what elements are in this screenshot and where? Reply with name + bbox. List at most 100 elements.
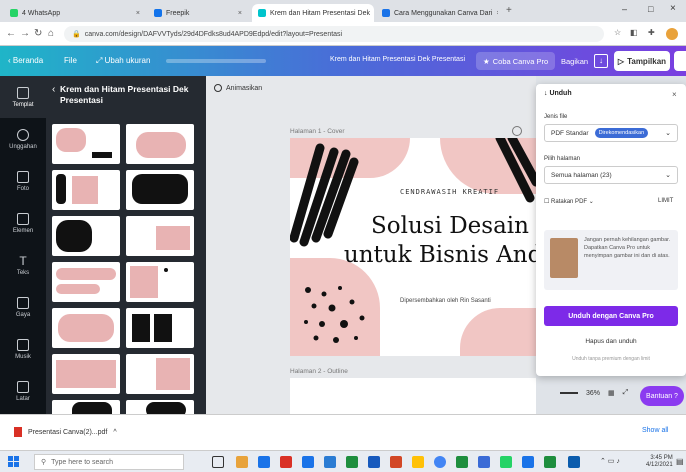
rail-item-latar[interactable]: Latar	[0, 370, 46, 412]
template-thumbnail[interactable]	[126, 354, 194, 394]
file-explorer-icon[interactable]	[236, 456, 248, 468]
file-menu[interactable]: File	[64, 56, 77, 65]
rail-item-unggahan[interactable]: Unggahan	[0, 118, 46, 160]
rail-item-templat[interactable]: Templat	[0, 76, 46, 118]
close-window-button[interactable]: ×	[670, 3, 676, 14]
share-button[interactable]: Bagikan	[554, 52, 595, 70]
tab-whatsapp[interactable]: 4 WhatsApp ×	[4, 4, 146, 22]
excel-icon[interactable]	[456, 456, 468, 468]
remove-and-download-button[interactable]: Hapus dan unduh	[544, 332, 678, 350]
powerpoint-icon[interactable]	[390, 456, 402, 468]
new-tab-button[interactable]: +	[506, 5, 512, 16]
app-icon[interactable]	[568, 456, 580, 468]
minimize-button[interactable]: –	[622, 4, 627, 14]
template-thumbnail[interactable]	[52, 354, 120, 394]
back-icon[interactable]: ←	[6, 28, 16, 39]
rail-item-musik[interactable]: Musik	[0, 328, 46, 370]
clock[interactable]: 3:45 PM 4/12/2021	[646, 455, 673, 469]
chrome-icon[interactable]	[434, 456, 446, 468]
template-thumbnail[interactable]	[126, 170, 194, 210]
whatsapp-icon	[10, 9, 18, 17]
fullscreen-icon[interactable]: ⤢	[623, 389, 629, 397]
chevron-down-icon: ⌄	[665, 172, 671, 179]
close-icon[interactable]: ×	[132, 10, 140, 17]
address-bar[interactable]: 🔒 canva.com/design/DAFVVTyds/29d4DFdks8u…	[64, 26, 604, 42]
windows-start-icon[interactable]	[8, 456, 20, 468]
app-icon[interactable]	[346, 456, 358, 468]
rail-item-teks[interactable]: T Teks	[0, 244, 46, 286]
home-icon[interactable]: ⌂	[48, 28, 54, 39]
slide-byline[interactable]: Dipersembahkan oleh Rin Sasanti	[400, 298, 491, 304]
template-thumbnail[interactable]	[52, 262, 120, 302]
close-icon[interactable]: ×	[234, 10, 242, 17]
rail-item-gaya[interactable]: Gaya	[0, 286, 46, 328]
downloaded-file[interactable]: Presentasi Canva(2)...pdf ^	[14, 427, 117, 437]
template-thumbnail[interactable]	[126, 400, 194, 414]
template-thumbnail[interactable]	[126, 262, 194, 302]
puzzle-icon[interactable]: ✚	[648, 28, 655, 37]
template-thumbnail[interactable]	[126, 124, 194, 164]
extensions-icon[interactable]: ◧	[630, 28, 638, 37]
office-icon[interactable]	[280, 456, 292, 468]
edge-icon[interactable]	[258, 456, 270, 468]
app-icon[interactable]	[522, 456, 534, 468]
try-pro-button[interactable]: ★ Coba Canva Pro	[476, 52, 556, 70]
close-icon[interactable]: ×	[492, 10, 498, 17]
slide-canvas[interactable]: CENDRAWASIH KREATIF Solusi Desain untuk …	[290, 138, 536, 356]
help-button[interactable]: Bantuan ?	[640, 386, 684, 406]
whatsapp-icon[interactable]	[500, 456, 512, 468]
slide-canvas[interactable]	[290, 378, 536, 414]
canva-icon	[258, 9, 266, 17]
rail-item-elemen[interactable]: Elemen	[0, 202, 46, 244]
task-view-icon[interactable]	[212, 456, 224, 468]
home-button[interactable]: ‹ Beranda	[8, 56, 43, 65]
reload-icon[interactable]: ↻	[34, 28, 42, 39]
file-type-select[interactable]: PDF Standar Direkomendasikan ⌄	[544, 124, 678, 142]
template-thumbnail[interactable]	[126, 216, 194, 256]
template-thumbnail[interactable]	[52, 400, 120, 414]
animate-button[interactable]: Animasikan	[214, 84, 262, 92]
template-thumbnail[interactable]	[52, 308, 120, 348]
tab-cara-canva[interactable]: Cara Menggunakan Canva Dari ×	[376, 4, 498, 22]
chevron-up-icon[interactable]: ^	[113, 429, 116, 436]
page-options-icon[interactable]	[512, 126, 522, 136]
flatten-option[interactable]: ☐ Ratakan PDF ⌄	[544, 198, 594, 205]
resize-button[interactable]: ⤢ Ubah ukuran	[96, 56, 150, 66]
rail-item-foto[interactable]: Foto	[0, 160, 46, 202]
template-thumbnail[interactable]	[52, 170, 120, 210]
tab-freepik[interactable]: Freepik ×	[148, 4, 248, 22]
zoom-icon[interactable]	[478, 456, 490, 468]
template-thumbnail[interactable]	[126, 308, 194, 348]
zoom-value[interactable]: 36%	[586, 390, 600, 397]
download-icon[interactable]: ↓	[594, 54, 608, 68]
document-title[interactable]: Krem dan Hitam Presentasi Dek Presentasi	[330, 56, 465, 63]
notifications-icon[interactable]: ▤	[676, 457, 684, 466]
slide-subtitle[interactable]: CENDRAWASIH KREATIF	[400, 188, 499, 196]
slide-title[interactable]: Solusi Desain untuk Bisnis Anda	[340, 212, 536, 270]
forward-icon[interactable]: →	[20, 28, 30, 39]
mail-icon[interactable]	[324, 456, 336, 468]
word-icon[interactable]	[368, 456, 380, 468]
present-button[interactable]: ▷ Tampilkan	[614, 51, 670, 71]
profile-avatar[interactable]	[666, 28, 678, 40]
template-thumbnail[interactable]	[52, 216, 120, 256]
download-pro-button[interactable]: Unduh dengan Canva Pro	[544, 306, 678, 326]
system-tray-icons[interactable]: ⌃ ▭ ♪	[600, 457, 620, 465]
grid-view-icon[interactable]: ▦	[608, 389, 615, 397]
app-icon[interactable]	[544, 456, 556, 468]
back-chevron-icon[interactable]: ‹	[52, 84, 55, 95]
app-icon[interactable]	[412, 456, 424, 468]
template-thumbnail[interactable]	[52, 124, 120, 164]
more-button[interactable]	[674, 51, 686, 71]
close-icon[interactable]: ×	[672, 90, 677, 99]
show-all-link[interactable]: Show all	[642, 427, 668, 434]
store-icon[interactable]	[302, 456, 314, 468]
pages-select[interactable]: Semua halaman (23) ⌄	[544, 166, 678, 184]
maximize-button[interactable]: □	[648, 4, 653, 14]
page-label: Halaman 2 - Outline	[290, 368, 348, 375]
star-icon[interactable]: ☆	[614, 28, 621, 37]
taskbar-search[interactable]: ⚲ Type here to search	[34, 454, 184, 470]
zoom-slider[interactable]	[560, 392, 578, 394]
close-icon[interactable]: ×	[370, 10, 375, 17]
tab-canva[interactable]: Krem dan Hitam Presentasi Dek ×	[252, 4, 374, 22]
